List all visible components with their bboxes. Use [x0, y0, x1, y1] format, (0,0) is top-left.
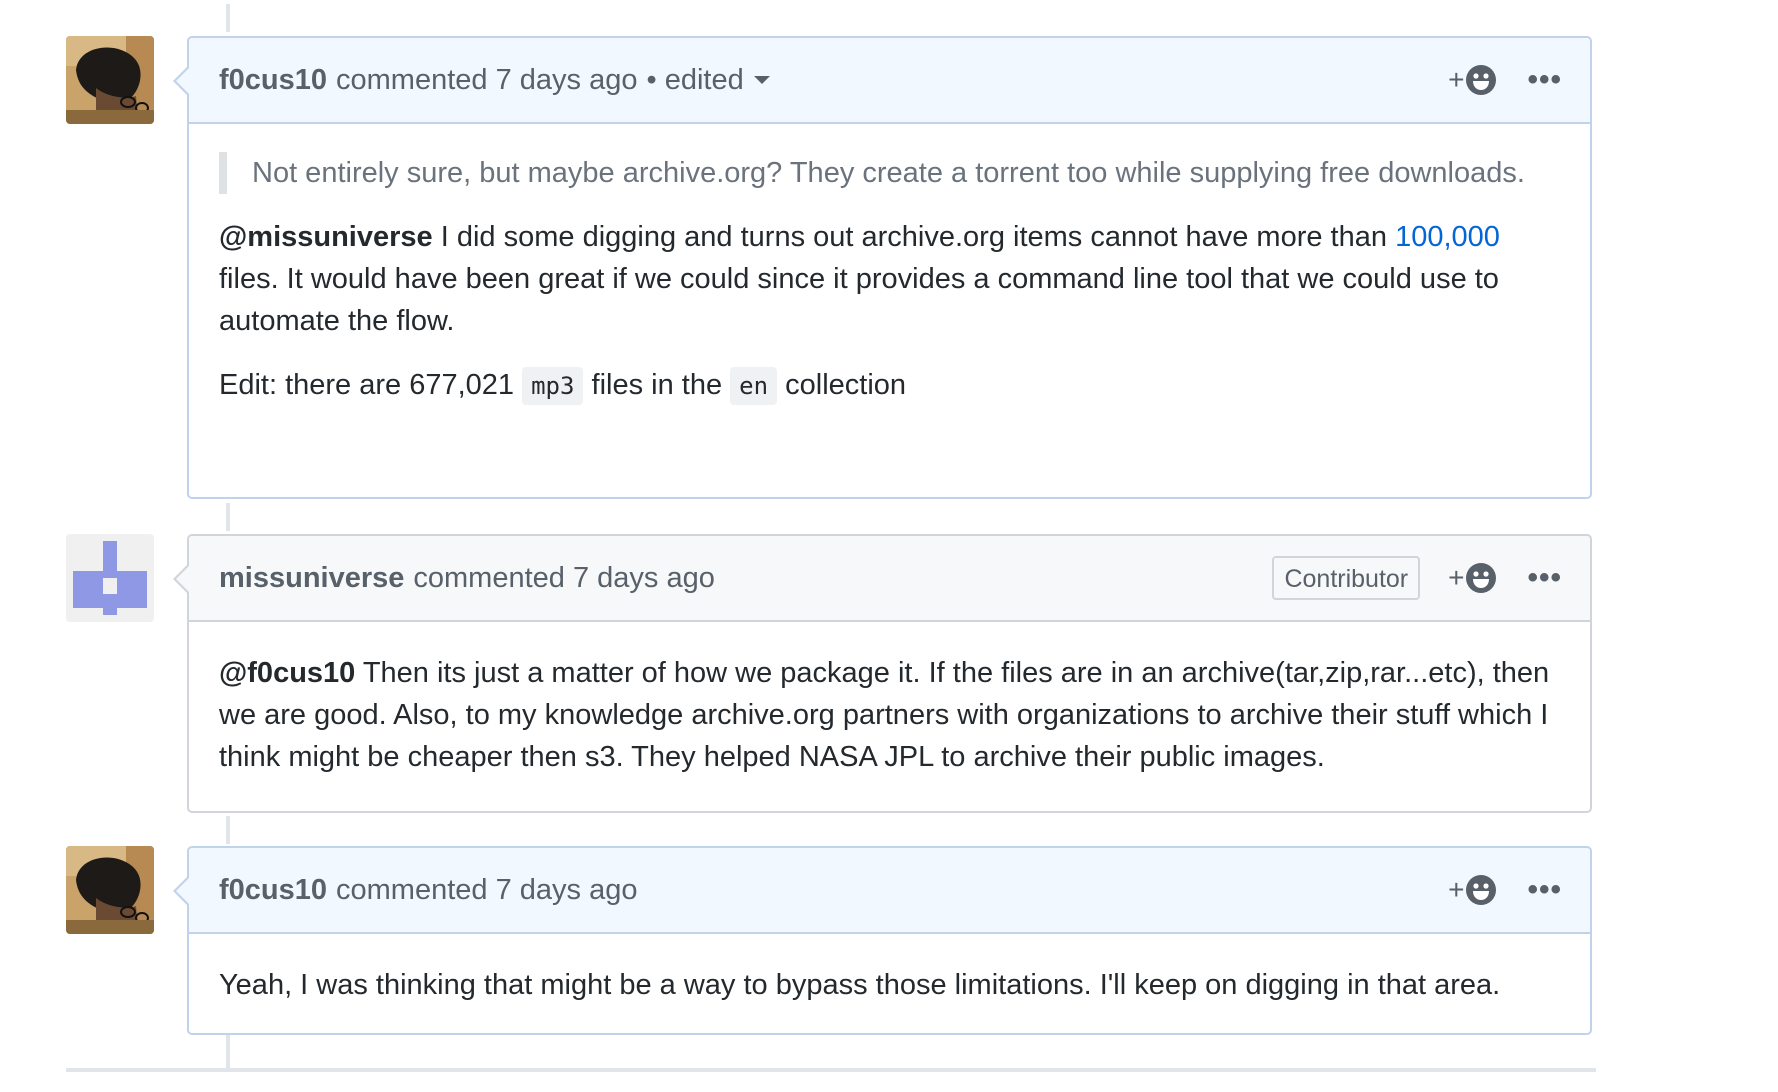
avatar[interactable] [66, 36, 154, 124]
comment-card: f0cus10 commented 7 days ago • edited + … [173, 36, 1592, 499]
contributor-badge: Contributor [1272, 556, 1421, 600]
smiley-icon [1466, 65, 1497, 95]
plus-icon: + [1448, 562, 1465, 593]
link-100000[interactable]: 100,000 [1395, 221, 1500, 253]
timeline-divider [66, 1068, 1596, 1072]
kebab-horizontal-icon[interactable]: ••• [1527, 65, 1562, 95]
paragraph-text: I did some digging and turns out archive… [432, 221, 1396, 253]
comment-paragraph: Yeah, I was thinking that might be a way… [219, 969, 1501, 1001]
kebab-horizontal-icon[interactable]: ••• [1527, 563, 1562, 593]
avatar[interactable] [66, 846, 154, 934]
smiley-icon [1466, 875, 1497, 905]
add-reaction-button[interactable]: + [1448, 64, 1497, 96]
comment-author[interactable]: missuniverse [219, 562, 404, 595]
comment-timestamp[interactable]: commented 7 days ago [336, 874, 637, 907]
add-reaction-button[interactable]: + [1448, 562, 1497, 594]
avatar[interactable] [66, 534, 154, 622]
paragraph-text: Edit: there are 677,021 [219, 369, 523, 401]
caret-down-icon[interactable] [753, 76, 770, 84]
timeline-line [226, 503, 230, 531]
comment-timestamp[interactable]: commented 7 days ago [336, 64, 637, 97]
user-mention[interactable]: @f0cus10 [219, 657, 355, 689]
comment-body: Yeah, I was thinking that might be a way… [189, 934, 1590, 1030]
comment-paragraph: @f0cus10 Then its just a matter of how w… [219, 652, 1560, 778]
comment-author[interactable]: f0cus10 [219, 64, 327, 97]
comment-header: f0cus10 commented 7 days ago + ••• [189, 848, 1590, 934]
timeline-line [226, 4, 230, 32]
timeline-line [226, 1034, 230, 1068]
comment-body: @f0cus10 Then its just a matter of how w… [189, 622, 1590, 802]
blockquote: Not entirely sure, but maybe archive.org… [219, 152, 1560, 194]
paragraph-text: files. It would have been great if we co… [219, 263, 1499, 337]
comment-card: f0cus10 commented 7 days ago + ••• Yeah,… [173, 846, 1592, 1035]
comment-paragraph: Edit: there are 677,021 mp3 files in the… [219, 364, 1560, 407]
paragraph-text: Then its just a matter of how we package… [219, 657, 1550, 773]
add-reaction-button[interactable]: + [1448, 874, 1497, 906]
paragraph-text: collection [777, 369, 907, 401]
comment-header: missuniverse commented 7 days ago Contri… [189, 536, 1590, 622]
comment-body: Not entirely sure, but maybe archive.org… [189, 124, 1590, 431]
inline-code: mp3 [522, 367, 584, 405]
plus-icon: + [1448, 64, 1465, 95]
comment-header: f0cus10 commented 7 days ago • edited + … [189, 38, 1590, 124]
comment-timestamp[interactable]: commented 7 days ago [413, 562, 714, 595]
plus-icon: + [1448, 874, 1465, 905]
edited-dropdown[interactable]: • edited [646, 64, 743, 97]
comment-card: missuniverse commented 7 days ago Contri… [173, 534, 1592, 813]
comment-author[interactable]: f0cus10 [219, 874, 327, 907]
inline-code: en [730, 367, 778, 405]
kebab-horizontal-icon[interactable]: ••• [1527, 875, 1562, 905]
comment-paragraph: @missuniverse I did some digging and tur… [219, 216, 1560, 342]
smiley-icon [1466, 563, 1497, 593]
user-mention[interactable]: @missuniverse [219, 221, 433, 253]
timeline-line [226, 816, 230, 844]
paragraph-text: files in the [583, 369, 731, 401]
